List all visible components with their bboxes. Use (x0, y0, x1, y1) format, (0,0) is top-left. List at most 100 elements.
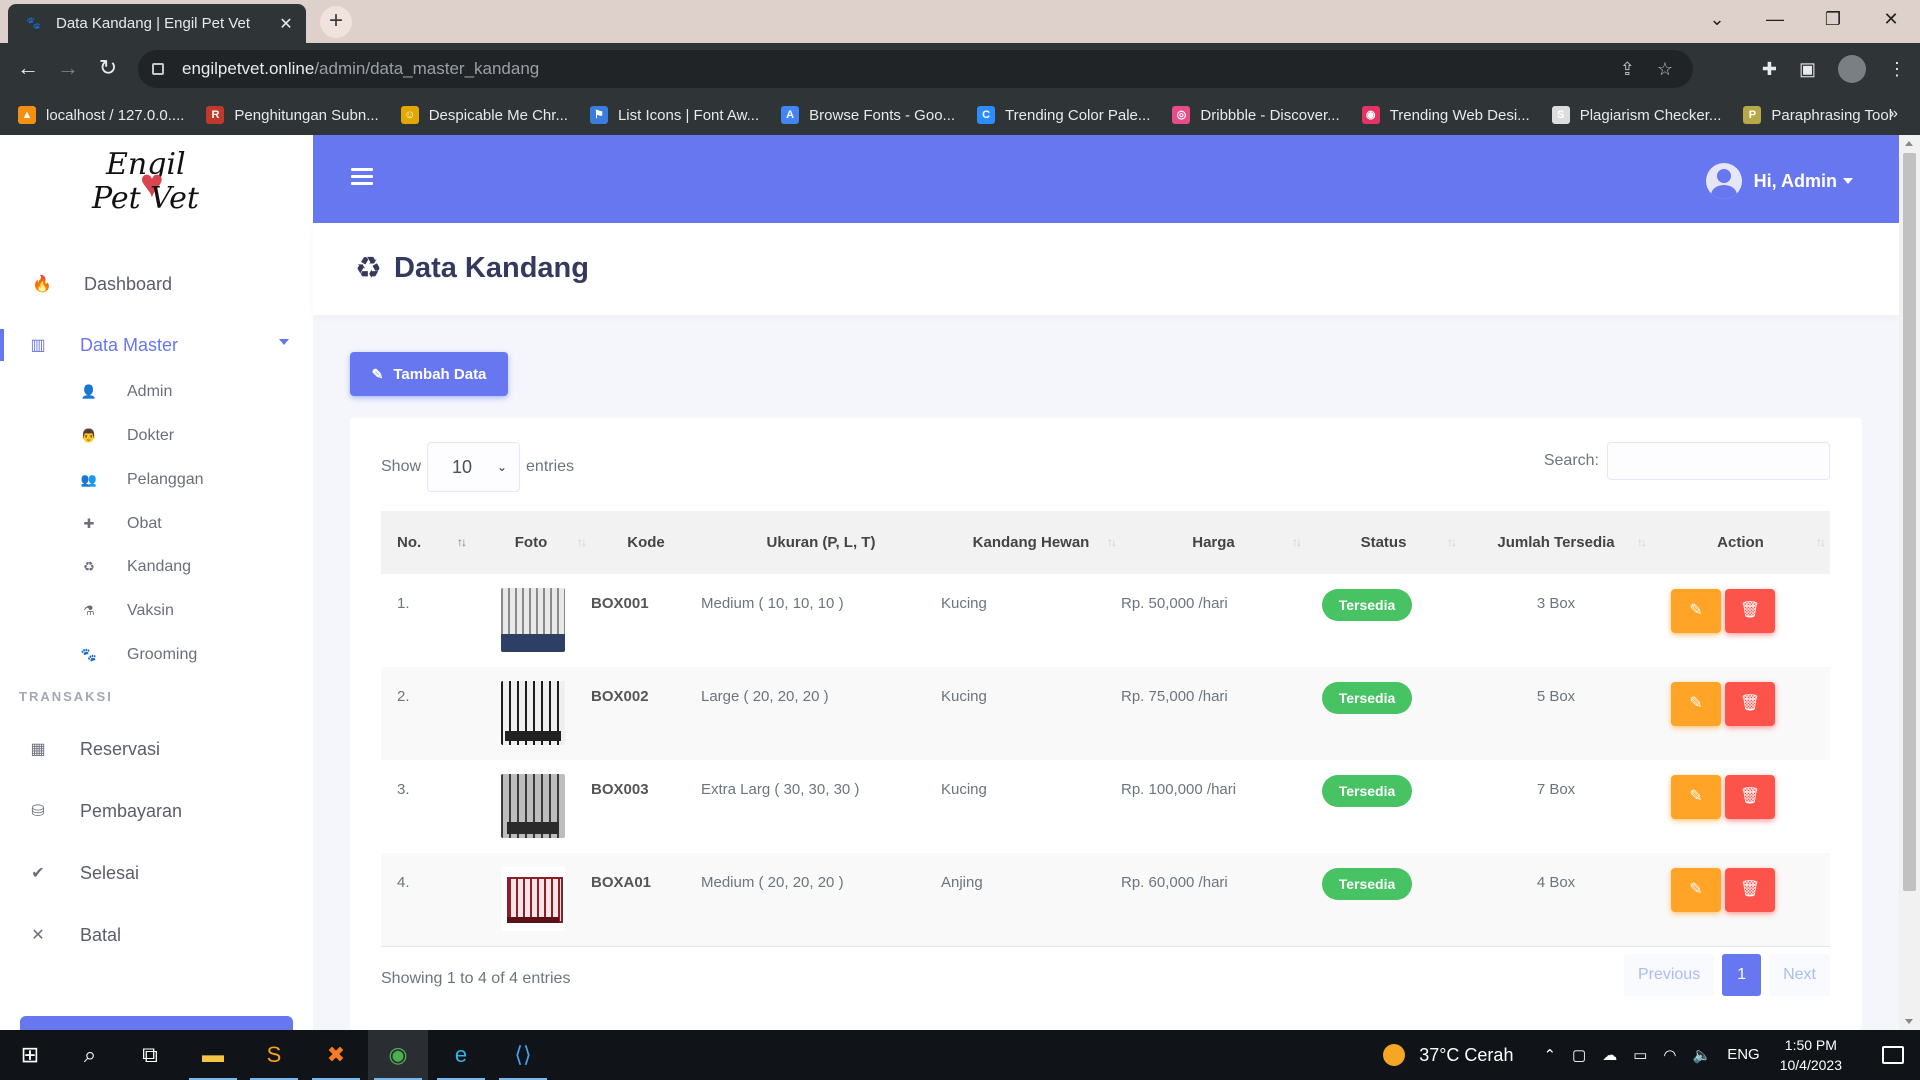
bookmark-item[interactable]: ▲ localhost / 127.0.0.... (18, 106, 184, 124)
tab-close-icon[interactable]: ✕ (276, 14, 296, 34)
clock[interactable]: 1:50 PM 10/4/2023 (1780, 1035, 1842, 1075)
bookmark-item[interactable]: S Plagiarism Checker... (1551, 106, 1721, 124)
sidebar-item-kandang[interactable]: ♻ Kandang (0, 552, 313, 582)
wifi-icon[interactable]: ◠ (1663, 1046, 1676, 1064)
cloud-icon[interactable]: ☁ (1602, 1046, 1617, 1064)
volume-icon[interactable]: 🔈 (1693, 1046, 1712, 1064)
bookmark-item[interactable]: ⚑ List Icons | Font Aw... (589, 106, 759, 124)
scroll-up-icon[interactable] (1905, 141, 1913, 146)
bookmark-item[interactable]: P Paraphrasing Tool (1743, 106, 1892, 124)
page-1-button[interactable]: 1 (1722, 954, 1762, 996)
column-header-foto[interactable]: Foto ↑↓ (471, 511, 591, 574)
bookmark-item[interactable]: ☺ Despicable Me Chr... (400, 106, 568, 124)
sidebar-item-reservasi[interactable]: ▦ Reservasi (0, 729, 313, 769)
sort-icon: ↑↓ (1447, 535, 1457, 549)
forward-arrow-icon[interactable]: → (54, 55, 82, 83)
user-dropdown[interactable]: Hi, Admin (1705, 163, 1853, 199)
column-header-action[interactable]: Action ↑↓ (1651, 511, 1830, 574)
header-label: No. (397, 534, 422, 551)
table-info: Showing 1 to 4 of 4 entries (381, 970, 571, 987)
chevron-up-icon[interactable]: ⌃ (1543, 1046, 1556, 1064)
column-header-status[interactable]: Status ↑↓ (1306, 511, 1461, 574)
language-indicator[interactable]: ENG (1727, 1046, 1760, 1064)
column-header-no[interactable]: No. ↑↓ (381, 511, 471, 574)
sidebar-item-pembayaran[interactable]: ⛁ Pembayaran (0, 791, 313, 831)
sidebar-item-dokter[interactable]: 👨 Dokter (0, 421, 313, 451)
new-tab-button[interactable]: + (320, 6, 352, 38)
windows-start-icon[interactable]: ⊞ (0, 1030, 60, 1080)
delete-button[interactable]: 🗑 (1725, 589, 1775, 633)
bookmarks-overflow-icon[interactable]: » (1889, 105, 1898, 123)
meet-icon[interactable]: ▢ (1572, 1046, 1586, 1064)
search-input[interactable] (1607, 442, 1830, 480)
sublime-text-icon[interactable]: S (244, 1030, 304, 1080)
column-header-harga[interactable]: Harga ↑↓ (1121, 511, 1306, 574)
delete-button[interactable]: 🗑 (1725, 682, 1775, 726)
notification-center-icon[interactable] (1882, 1046, 1904, 1064)
chrome-icon[interactable]: ◉ (368, 1030, 428, 1080)
maximize-button[interactable]: ❐ (1804, 0, 1862, 40)
share-icon[interactable]: ⇪ (1620, 59, 1635, 80)
page-scrollbar[interactable] (1899, 135, 1920, 1030)
edge-icon[interactable]: e (431, 1030, 491, 1080)
sidebar-bottom-button[interactable] (20, 1016, 293, 1030)
profile-avatar[interactable] (1838, 55, 1866, 83)
edit-button[interactable]: ✎ (1671, 682, 1721, 726)
battery-icon[interactable]: ▭ (1633, 1046, 1647, 1064)
sidebar-item-admin[interactable]: 👤 Admin (0, 377, 313, 407)
bookmark-item[interactable]: A Browse Fonts - Goo... (781, 106, 955, 124)
file-explorer-icon[interactable]: ▬ (183, 1030, 243, 1080)
edit-button[interactable]: ✎ (1671, 589, 1721, 633)
sidebar-item-data-master[interactable]: ▥ Data Master (0, 325, 313, 365)
scrollbar-thumb[interactable] (1903, 153, 1916, 891)
close-window-button[interactable]: ✕ (1862, 0, 1920, 40)
flask-icon: ⚗ (83, 603, 95, 618)
minimize-button[interactable]: — (1746, 0, 1804, 40)
bookmark-item[interactable]: R Penghitungan Subn... (206, 106, 379, 124)
column-header-kandang-hewan[interactable]: Kandang Hewan ↑↓ (941, 511, 1121, 574)
previous-page-button[interactable]: Previous (1623, 954, 1715, 996)
weather-widget[interactable]: 37°C Cerah (1383, 1044, 1513, 1066)
add-data-button[interactable]: ✎ Tambah Data (350, 352, 508, 396)
url-input[interactable]: engilpetvet.online/admin/data_master_kan… (138, 50, 1693, 88)
engil-pet-vet-logo[interactable]: Engil ♥ Pet Vet (88, 141, 248, 216)
section-header: ♻ Data Kandang (313, 223, 1899, 315)
xampp-icon[interactable]: ✖ (306, 1030, 366, 1080)
next-page-button[interactable]: Next (1769, 954, 1830, 996)
sidebar-item-dashboard[interactable]: 🔥 Dashboard (0, 264, 313, 304)
sidebar-item-pelanggan[interactable]: 👥 Pelanggan (0, 465, 313, 495)
weather-text: 37°C Cerah (1419, 1044, 1514, 1065)
cell-status: Tersedia (1306, 574, 1461, 667)
delete-button[interactable]: 🗑 (1725, 868, 1775, 912)
extensions-icon[interactable]: ✚ (1762, 59, 1777, 80)
edit-button[interactable]: ✎ (1671, 868, 1721, 912)
browser-tab-active[interactable]: 🐾 Data Kandang | Engil Pet Vet ✕ (8, 4, 306, 43)
entries-select[interactable]: 10 ⌄ (427, 442, 521, 492)
column-header-jumlah-tersedia[interactable]: Jumlah Tersedia ↑↓ (1461, 511, 1651, 574)
cell-status: Tersedia (1306, 760, 1461, 853)
bookmark-label: Paraphrasing Tool (1771, 106, 1893, 124)
bookmark-star-icon[interactable]: ☆ (1657, 59, 1673, 80)
search-icon[interactable]: ⌕ (60, 1030, 120, 1080)
cell-action: ✎ 🗑 (1651, 574, 1830, 667)
bookmark-item[interactable]: ◎ Dribbble - Discover... (1172, 106, 1340, 124)
sidebar-item-selesai[interactable]: ✔ Selesai (0, 853, 313, 893)
scroll-down-icon[interactable] (1905, 1019, 1913, 1024)
tab-search-icon[interactable]: ⌄ (1688, 0, 1746, 40)
sidebar-item-batal[interactable]: ✕ Batal (0, 915, 313, 955)
vscode-icon[interactable]: ⟨⟩ (493, 1030, 553, 1080)
sidebar-item-obat[interactable]: ✚ Obat (0, 509, 313, 539)
task-view-icon[interactable]: ⧉ (120, 1030, 180, 1080)
add-data-label: Tambah Data (393, 365, 487, 383)
hamburger-menu-icon[interactable] (351, 168, 373, 189)
sidebar-item-grooming[interactable]: 🐾 Grooming (0, 640, 313, 670)
side-panel-icon[interactable]: ▣ (1799, 59, 1816, 80)
reload-icon[interactable]: ↻ (94, 55, 122, 83)
chrome-menu-icon[interactable]: ⋮ (1888, 59, 1906, 80)
sidebar-item-vaksin[interactable]: ⚗ Vaksin (0, 596, 313, 626)
bookmark-item[interactable]: ◉ Trending Web Desi... (1361, 106, 1530, 124)
delete-button[interactable]: 🗑 (1725, 775, 1775, 819)
back-arrow-icon[interactable]: ← (14, 55, 42, 83)
edit-button[interactable]: ✎ (1671, 775, 1721, 819)
bookmark-item[interactable]: C Trending Color Pale... (977, 106, 1150, 124)
